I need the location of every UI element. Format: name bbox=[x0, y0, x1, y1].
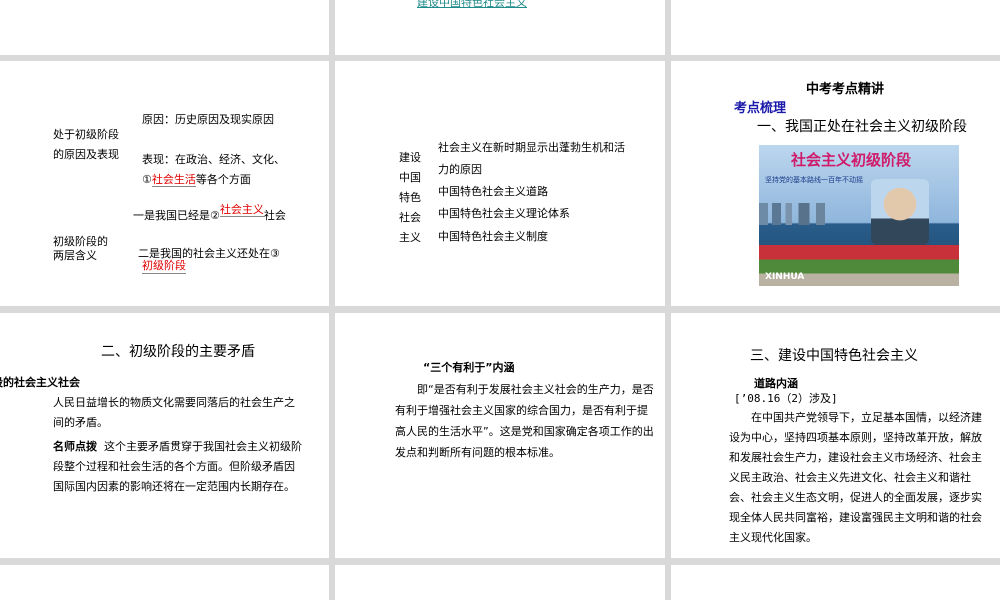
portrait-shape bbox=[871, 179, 929, 245]
vertical-label-5: 主义 bbox=[399, 231, 421, 244]
three-favorables-heading: “三个有利于”内涵 bbox=[423, 361, 515, 374]
section-subtitle: 考点梳理 bbox=[734, 101, 787, 116]
poster-title: 社会主义初级阶段 bbox=[791, 151, 912, 169]
row1-label-a: 处于初级阶段 bbox=[53, 128, 119, 141]
reason-text: 原因：历史原因及现实原因 bbox=[142, 113, 274, 126]
road-link[interactable]: 建设中国特色社会主义 bbox=[417, 0, 527, 10]
slide-2: 建设中国特色社会主义 bbox=[335, 0, 665, 55]
meaning-1-suffix: 社会 bbox=[263, 209, 286, 222]
item-4: 中国特色社会主义制度 bbox=[438, 230, 548, 243]
item-1a: 社会主义在新时期显示出蓬勃生机和活 bbox=[438, 141, 625, 154]
contradiction-text: 人民日益增长的物质文化需要同落后的社会生产之间的矛盾。 bbox=[53, 396, 295, 429]
row2-label-b: 两层含义 bbox=[53, 249, 97, 262]
meaning-1: 一是我国已经是②社会主义社会 bbox=[133, 203, 286, 223]
slide-4: 处于初级阶段 的原因及表现 原因：历史原因及现实原因 表现：在政治、经济、文化、… bbox=[0, 61, 329, 306]
slide-9: 三、建设中国特色社会主义 道路内涵 [’08.16（2）涉及] 在中国共产党领导… bbox=[671, 313, 1000, 558]
topic-heading: 一、我国正处在社会主义初级阶段 bbox=[757, 119, 967, 135]
slide-6: 中考考点精讲 考点梳理 一、我国正处在社会主义初级阶段 社会主义初级阶段 坚持党… bbox=[671, 61, 1000, 306]
row1-label-b: 的原因及表现 bbox=[53, 148, 119, 161]
slide-10 bbox=[0, 565, 329, 600]
vertical-label-4: 社会 bbox=[399, 211, 421, 224]
slide-5: 建设 中国 特色 社会 主义 社会主义在新时期显示出蓬勃生机和活 力的原因 中国… bbox=[335, 61, 665, 306]
blank-marker-1: ① bbox=[142, 173, 152, 186]
teacher-tip: 名师点拨 这个主要矛盾贯穿于我国社会主义初级阶段整个过程和社会生活的各个方面。但… bbox=[53, 437, 305, 497]
vertical-label-3: 特色 bbox=[399, 191, 421, 204]
vertical-label-2: 中国 bbox=[399, 171, 421, 184]
skyline-shape bbox=[759, 203, 869, 225]
poster-credit: XINHUA bbox=[765, 272, 805, 282]
slide-1 bbox=[0, 0, 329, 55]
manifest-text-a: 表现：在政治、经济、文化、 bbox=[142, 153, 285, 166]
item-3: 中国特色社会主义理论体系 bbox=[438, 207, 570, 220]
slide-12 bbox=[671, 565, 1000, 600]
slide-8: “三个有利于”内涵 即“是否有利于发展社会主义社会的生产力，是否有利于增强社会主… bbox=[335, 313, 665, 558]
slide-11 bbox=[335, 565, 665, 600]
contradiction-heading: 二、初级阶段的主要矛盾 bbox=[101, 344, 255, 360]
tip-label: 名师点拨 bbox=[53, 440, 97, 453]
socialism-heading: 三、建设中国特色社会主义 bbox=[750, 348, 918, 364]
item-2: 中国特色社会主义道路 bbox=[438, 185, 548, 198]
road-body: 在中国共产党领导下，立足基本国情，以经济建设为中心，坚持四项基本原则，坚持改革开… bbox=[729, 411, 982, 544]
manifest-text-b: ①社会生活等各个方面 bbox=[142, 171, 251, 187]
blank-answer-3: 初级阶段 bbox=[142, 259, 186, 274]
slide-3 bbox=[671, 0, 1000, 55]
cut-label: 段的社会主义社会 bbox=[0, 376, 80, 389]
meaning-1-prefix: 一是我国已经是② bbox=[133, 209, 220, 222]
exam-reference: [’08.16（2）涉及] bbox=[734, 392, 838, 405]
three-favorables-body: 即“是否有利于发展社会主义社会的生产力，是否有利于增强社会主义国家的综合国力，是… bbox=[395, 383, 654, 459]
blank-answer-2: 社会主义 bbox=[219, 203, 264, 217]
road-subheading: 道路内涵 bbox=[754, 377, 798, 390]
blank-answer-1: 社会生活 bbox=[151, 173, 196, 187]
vertical-label-1: 建设 bbox=[399, 151, 421, 164]
slide-7: 二、初级阶段的主要矛盾 段的社会主义社会 人民日益增长的物质文化需要同落后的社会… bbox=[0, 313, 329, 558]
section-title: 中考考点精讲 bbox=[806, 82, 885, 97]
poster-caption: 坚持党的基本路线一百年不动摇 bbox=[765, 176, 863, 184]
item-1b: 力的原因 bbox=[438, 163, 482, 176]
deng-poster-image: 社会主义初级阶段 坚持党的基本路线一百年不动摇 XINHUA bbox=[759, 145, 959, 286]
manifest-suffix: 等各个方面 bbox=[195, 173, 251, 186]
